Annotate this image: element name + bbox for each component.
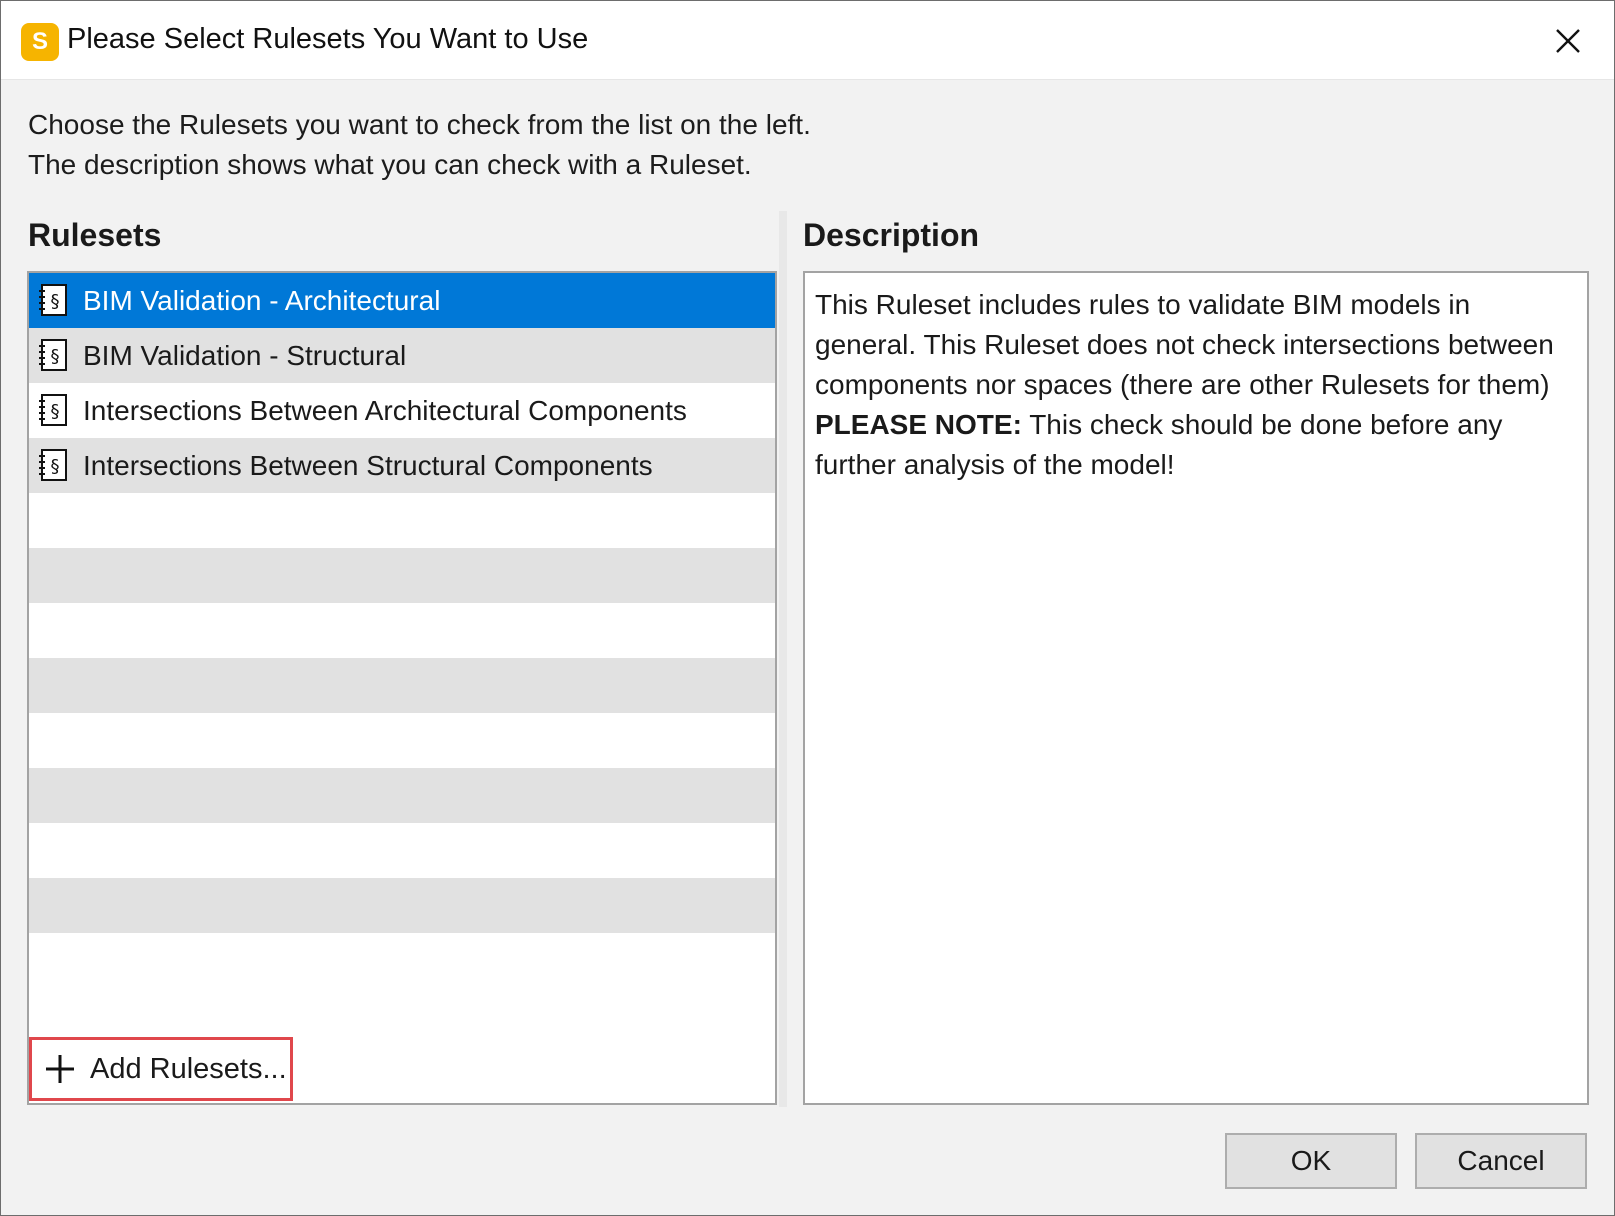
cancel-button[interactable]: Cancel <box>1415 1133 1587 1189</box>
svg-text:§: § <box>51 346 60 367</box>
svg-text:§: § <box>51 456 60 477</box>
ok-button[interactable]: OK <box>1225 1133 1397 1189</box>
svg-text:§: § <box>51 291 60 312</box>
add-rulesets-label: Add Rulesets... <box>90 1052 287 1085</box>
description-heading: Description <box>803 217 980 253</box>
app-logo-icon: S <box>21 23 59 61</box>
list-empty-row <box>29 768 775 823</box>
ruleset-item-intersections-structural[interactable]: § Intersections Between Structural Compo… <box>29 438 775 493</box>
close-button[interactable] <box>1546 19 1590 63</box>
list-empty-row <box>29 823 775 878</box>
plus-icon <box>46 1055 74 1083</box>
ruleset-item-bim-validation-structural[interactable]: § BIM Validation - Structural <box>29 328 775 383</box>
list-empty-row <box>29 493 775 548</box>
ruleset-icon: § <box>39 339 67 371</box>
ruleset-item-label: Intersections Between Architectural Comp… <box>83 395 687 426</box>
svg-text:§: § <box>51 401 60 422</box>
ruleset-item-label: BIM Validation - Structural <box>83 340 407 371</box>
ruleset-icon: § <box>39 284 67 316</box>
list-empty-row <box>29 603 775 658</box>
description-note-label: PLEASE NOTE: <box>815 409 1022 440</box>
ruleset-item-label: Intersections Between Structural Compone… <box>83 450 653 481</box>
rulesets-heading: Rulesets <box>28 217 162 253</box>
window-title: Please Select Rulesets You Want to Use <box>67 23 589 55</box>
intro-line-2: The description shows what you can check… <box>28 149 752 180</box>
list-empty-row <box>29 548 775 603</box>
close-icon <box>1556 29 1580 53</box>
title-bar: S Please Select Rulesets You Want to Use <box>1 1 1614 80</box>
ruleset-item-bim-validation-architectural[interactable]: § BIM Validation - Architectural <box>29 273 775 328</box>
add-rulesets-button[interactable]: Add Rulesets... <box>29 1037 293 1101</box>
list-empty-row <box>29 658 775 713</box>
intro-line-1: Choose the Rulesets you want to check fr… <box>28 109 811 140</box>
list-empty-row <box>29 878 775 933</box>
intro-text: Choose the Rulesets you want to check fr… <box>28 105 811 185</box>
app-logo-letter: S <box>31 28 48 55</box>
ruleset-icon: § <box>39 449 67 481</box>
description-panel: This Ruleset includes rules to validate … <box>803 271 1589 1105</box>
rulesets-list[interactable]: § BIM Validation - Architectural § BIM V… <box>27 271 777 1105</box>
list-empty-row <box>29 713 775 768</box>
description-text: This Ruleset includes rules to validate … <box>815 289 1554 400</box>
ruleset-dialog: S Please Select Rulesets You Want to Use… <box>0 0 1615 1216</box>
ruleset-icon: § <box>39 394 67 426</box>
pane-splitter[interactable] <box>779 211 787 1107</box>
ruleset-item-label: BIM Validation - Architectural <box>83 285 441 316</box>
ruleset-item-intersections-architectural[interactable]: § Intersections Between Architectural Co… <box>29 383 775 438</box>
